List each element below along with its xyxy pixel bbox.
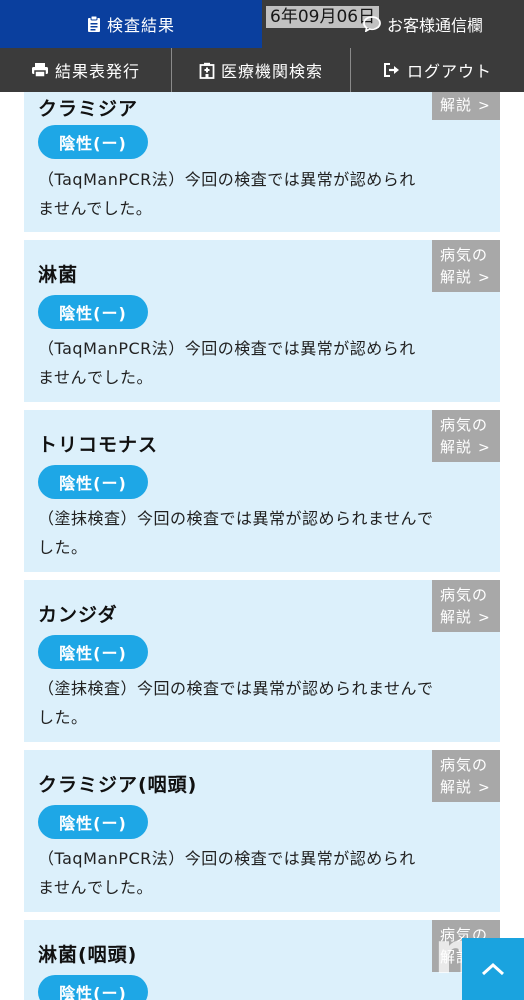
back-to-top-button[interactable] bbox=[462, 938, 524, 1000]
tab-results-label: 検査結果 bbox=[106, 16, 175, 35]
description-line: （TaqManPCR法）今回の検査では異常が認められ bbox=[38, 170, 416, 189]
chevron-right-icon: > bbox=[478, 440, 491, 456]
disease-explanation-button[interactable]: 病気の 解説> bbox=[432, 92, 500, 120]
explain-label-line1: 病気の bbox=[440, 246, 489, 264]
sub-nav: 結果表発行 医療機関検索 ログアウト bbox=[0, 48, 524, 92]
description-line: ませんでした。 bbox=[38, 878, 154, 897]
result-description: （TaqManPCR法）今回の検査では異常が認められ ませんでした。 bbox=[38, 334, 478, 392]
test-name: カンジダ bbox=[38, 604, 118, 626]
explain-label-line2-wrap: 解説 > bbox=[440, 606, 500, 629]
chevron-right-icon: > bbox=[478, 780, 491, 796]
result-card: クラミジア 病気の 解説> 陰性(ー) （TaqManPCR法）今回の検査では異… bbox=[24, 92, 500, 232]
test-name: クラミジア(咽頭) bbox=[38, 774, 198, 796]
tab-messages-label: お客様通信欄 bbox=[386, 16, 483, 35]
tab-messages-content: お客様通信欄 bbox=[303, 12, 483, 36]
result-card: トリコモナス 病気の 解説 > 陰性(ー) （塗抹検査）今回の検査では異常が認めら… bbox=[24, 410, 500, 572]
test-name: クラミジア bbox=[38, 98, 139, 120]
logout-label: ログアウト bbox=[406, 62, 492, 81]
explain-label-line2: 解説 bbox=[440, 438, 473, 456]
result-card: クラミジア(咽頭) 病気の 解説 > 陰性(ー) （TaqManPCR法）今回の検… bbox=[24, 750, 500, 912]
explain-label-line2: 解説 bbox=[440, 268, 473, 286]
explain-label-line1: 病気の bbox=[440, 586, 489, 604]
tab-messages[interactable]: 6年09月06日 お客様通信欄 bbox=[262, 0, 524, 48]
results-list: クラミジア 病気の 解説 > 陰性(ー) （TaqManPCR法）今回の検査では異… bbox=[0, 92, 524, 1000]
chevron-right-icon: > bbox=[478, 270, 491, 286]
result-description: （塗抹検査）今回の検査では異常が認められませんで した。 bbox=[38, 504, 478, 562]
chevron-right-icon: > bbox=[478, 610, 491, 626]
clinic-search-button[interactable]: 医療機関検索 bbox=[172, 48, 351, 92]
disease-explanation-button[interactable]: 病気の 解説 > bbox=[432, 410, 500, 462]
explain-label-line1: 病気の bbox=[440, 416, 489, 434]
sign-out-icon bbox=[383, 62, 401, 78]
report-issue-label: 結果表発行 bbox=[54, 62, 140, 81]
explain-label-line2: 解説 bbox=[440, 608, 473, 626]
description-line: （塗抹検査）今回の検査では異常が認められませんで bbox=[38, 679, 434, 698]
status-badge: 陰性(ー) bbox=[38, 975, 148, 1000]
result-description: （TaqManPCR法）今回の検査では異常が認められ ませんでした。 bbox=[38, 165, 478, 223]
description-line: （TaqManPCR法）今回の検査では異常が認められ bbox=[38, 849, 416, 868]
description-line: （塗抹検査）今回の検査では異常が認められませんで bbox=[38, 509, 434, 528]
disease-explanation-button[interactable]: 病気の 解説 > bbox=[432, 580, 500, 632]
printer-icon bbox=[31, 62, 49, 78]
test-name: トリコモナス bbox=[38, 434, 159, 456]
test-name: 淋菌(咽頭) bbox=[38, 944, 138, 966]
result-card: 淋菌 病気の 解説 > 陰性(ー) （TaqManPCR法）今回の検査では異常が認… bbox=[24, 240, 500, 402]
status-badge: 陰性(ー) bbox=[38, 465, 148, 499]
description-line: した。 bbox=[38, 538, 88, 557]
chevron-up-icon bbox=[480, 961, 506, 977]
chat-bubble-icon bbox=[363, 16, 381, 32]
description-line: した。 bbox=[38, 708, 88, 727]
status-badge: 陰性(ー) bbox=[38, 635, 148, 669]
disease-explanation-button[interactable]: 病気の 解説 > bbox=[432, 240, 500, 292]
disease-explanation-button[interactable]: 病気の 解説 > bbox=[432, 750, 500, 802]
description-line: ませんでした。 bbox=[38, 368, 154, 387]
clipboard-icon bbox=[87, 16, 101, 32]
description-line: （TaqManPCR法）今回の検査では異常が認められ bbox=[38, 339, 416, 358]
tab-results[interactable]: 検査結果 bbox=[0, 0, 262, 48]
result-card: 淋菌(咽頭) 病気の 解説> 陰性(ー) bbox=[24, 920, 500, 1000]
explain-label-line2-wrap: 解説 > bbox=[440, 266, 500, 289]
chevron-right-icon: > bbox=[478, 98, 491, 114]
logout-button[interactable]: ログアウト bbox=[351, 48, 524, 92]
test-name: 淋菌 bbox=[38, 264, 79, 286]
status-badge: 陰性(ー) bbox=[38, 295, 148, 329]
status-badge: 陰性(ー) bbox=[38, 805, 148, 839]
description-line: ませんでした。 bbox=[38, 199, 153, 218]
explain-label-line2-wrap: 解説 > bbox=[440, 776, 500, 799]
result-card: カンジダ 病気の 解説 > 陰性(ー) （塗抹検査）今回の検査では異常が認められま… bbox=[24, 580, 500, 742]
clinic-search-label: 医療機関検索 bbox=[220, 62, 323, 81]
explain-label-line2: 解説 bbox=[440, 96, 473, 114]
result-description: （塗抹検査）今回の検査では異常が認められませんで した。 bbox=[38, 674, 478, 732]
report-issue-button[interactable]: 結果表発行 bbox=[0, 48, 172, 92]
explain-label-line2-wrap: 解説 > bbox=[440, 94, 500, 117]
result-description: （TaqManPCR法）今回の検査では異常が認められ ませんでした。 bbox=[38, 844, 478, 902]
top-nav: 検査結果 6年09月06日 お客様通信欄 bbox=[0, 0, 524, 48]
status-badge: 陰性(ー) bbox=[38, 125, 148, 159]
explain-label-line2-wrap: 解説 > bbox=[440, 436, 500, 459]
explain-label-line1: 病気の bbox=[440, 756, 489, 774]
hospital-icon bbox=[199, 62, 215, 79]
explain-label-line2: 解説 bbox=[440, 778, 473, 796]
